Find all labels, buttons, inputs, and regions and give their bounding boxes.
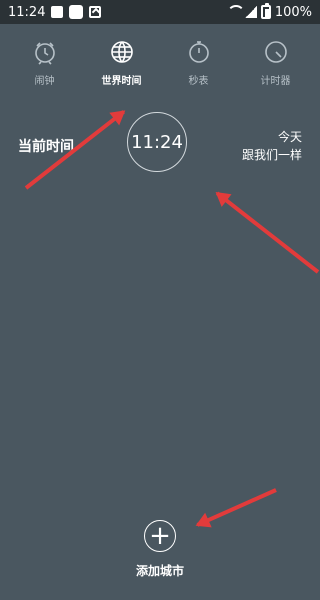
- status-left: 11:24: [8, 4, 102, 20]
- tab-timer-label: 计时器: [260, 76, 291, 87]
- wifi-icon: [227, 7, 241, 17]
- battery-percent: 100%: [274, 4, 312, 20]
- annotation-arrow-clock: [215, 191, 320, 274]
- tab-stopwatch[interactable]: 秒表: [164, 38, 234, 87]
- world-clock-face: 11:24: [127, 112, 187, 172]
- tab-world-time[interactable]: 世界时间: [87, 38, 157, 87]
- add-city-area: + 添加城市: [0, 520, 320, 579]
- timer-icon: [262, 38, 290, 66]
- tab-world-time-label: 世界时间: [101, 76, 142, 87]
- add-city-label: 添加城市: [135, 564, 184, 578]
- status-time: 11:24: [8, 4, 46, 20]
- globe-icon: [108, 38, 136, 66]
- day-status-line2: 跟我们一样: [241, 148, 302, 162]
- day-status-line1: 今天: [277, 130, 302, 144]
- battery-icon: [260, 3, 271, 19]
- tab-stopwatch-label: 秒表: [188, 76, 209, 87]
- top-tab-bar: 闹钟 世界时间 秒表 计时器: [0, 30, 320, 100]
- day-status: 今天 跟我们一样: [242, 128, 302, 164]
- alarm-clock-icon: [31, 38, 59, 66]
- add-city-button[interactable]: +: [144, 520, 176, 552]
- tab-alarm-label: 闹钟: [34, 76, 55, 87]
- status-right: 100%: [227, 3, 312, 20]
- stopwatch-icon: [185, 38, 213, 66]
- tab-timer[interactable]: 计时器: [241, 38, 311, 87]
- world-clock-time: 11:24: [131, 131, 183, 153]
- app-icon: [69, 5, 84, 19]
- gallery-icon: [51, 6, 64, 18]
- signal-icon: [244, 6, 257, 18]
- status-bar: 11:24 100%: [0, 0, 320, 24]
- tab-alarm[interactable]: 闹钟: [10, 38, 80, 87]
- plus-icon: +: [149, 521, 171, 551]
- notification-icon: [89, 6, 102, 18]
